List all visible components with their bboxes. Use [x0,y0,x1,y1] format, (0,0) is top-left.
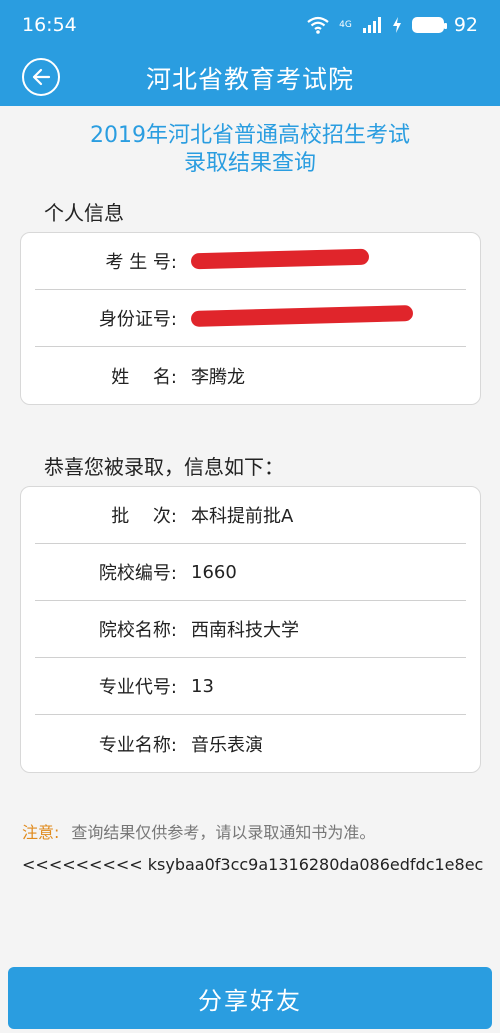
status-icons: 4G 92 [307,14,478,36]
redaction-mark [190,248,370,269]
notice: 注意: 查询结果仅供参考，请以录取通知书为准。 [22,819,375,843]
name-row: 姓 名: 李腾龙 [35,347,466,404]
name-value: 李腾龙 [191,366,245,388]
id-number-row: 身份证号: [35,290,466,347]
app-header: 16:54 4G 92 河北省教育考试院 [0,0,500,106]
wifi-icon [307,16,329,34]
status-time: 16:54 [22,14,77,36]
personal-info-card: 考 生 号: 身份证号: 姓 名: 李腾龙 [20,232,481,405]
signal-icon [362,17,381,33]
batch-row: 批 次: 本科提前批A [35,487,466,544]
exam-number-label: 考 生 号: [105,252,177,273]
charging-icon [392,17,401,33]
share-button[interactable]: 分享好友 [8,967,492,1029]
query-title-line1: 2019年河北省普通高校招生考试 [90,123,410,148]
battery-level: 92 [453,14,478,36]
major-name-row: 专业名称: 音乐表演 [35,715,466,772]
batch-value: 本科提前批A [191,506,294,527]
school-name-value: 西南科技大学 [191,620,299,641]
page-title: 河北省教育考试院 [145,65,354,94]
admission-info-card: 批 次: 本科提前批A 院校编号: 1660 院校名称: 西南科技大学 专业代号… [20,486,481,773]
personal-info-heading: 个人信息 [44,201,124,225]
school-code-row: 院校编号: 1660 [35,544,466,601]
name-label: 姓 名: [111,366,177,388]
school-name-label: 院校名称: [98,620,177,641]
query-title: 2019年河北省普通高校招生考试 录取结果查询 [0,122,500,178]
major-name-value: 音乐表演 [191,734,263,756]
exam-number-row: 考 生 号: [35,233,466,290]
title-bar: 河北省教育考试院 [0,50,500,106]
major-code-label: 专业代号: [98,677,177,698]
school-code-label: 院校编号: [98,563,177,584]
major-code-value: 13 [191,675,214,697]
batch-label: 批 次: [111,506,177,527]
redaction-mark [190,304,414,327]
battery-icon [411,17,447,33]
admission-heading: 恭喜您被录取，信息如下： [44,455,284,479]
notice-label: 注意: [22,823,60,842]
id-number-value [177,304,414,329]
major-name-label: 专业名称: [98,734,177,756]
back-arrow-icon [32,68,51,86]
id-number-label: 身份证号: [98,309,177,330]
school-name-row: 院校名称: 西南科技大学 [35,601,466,658]
status-bar: 16:54 4G 92 [0,0,500,50]
network-type: 4G [339,20,352,30]
query-title-line2: 录取结果查询 [183,151,316,176]
school-code-value: 1660 [191,561,237,583]
back-button[interactable] [22,58,60,96]
verification-code: <<<<<<<<< ksybaa0f3cc9a1316280da086edfdc… [22,855,484,874]
major-code-row: 专业代号: 13 [35,658,466,715]
exam-number-value [177,248,370,272]
notice-text: 查询结果仅供参考，请以录取通知书为准。 [71,823,376,842]
